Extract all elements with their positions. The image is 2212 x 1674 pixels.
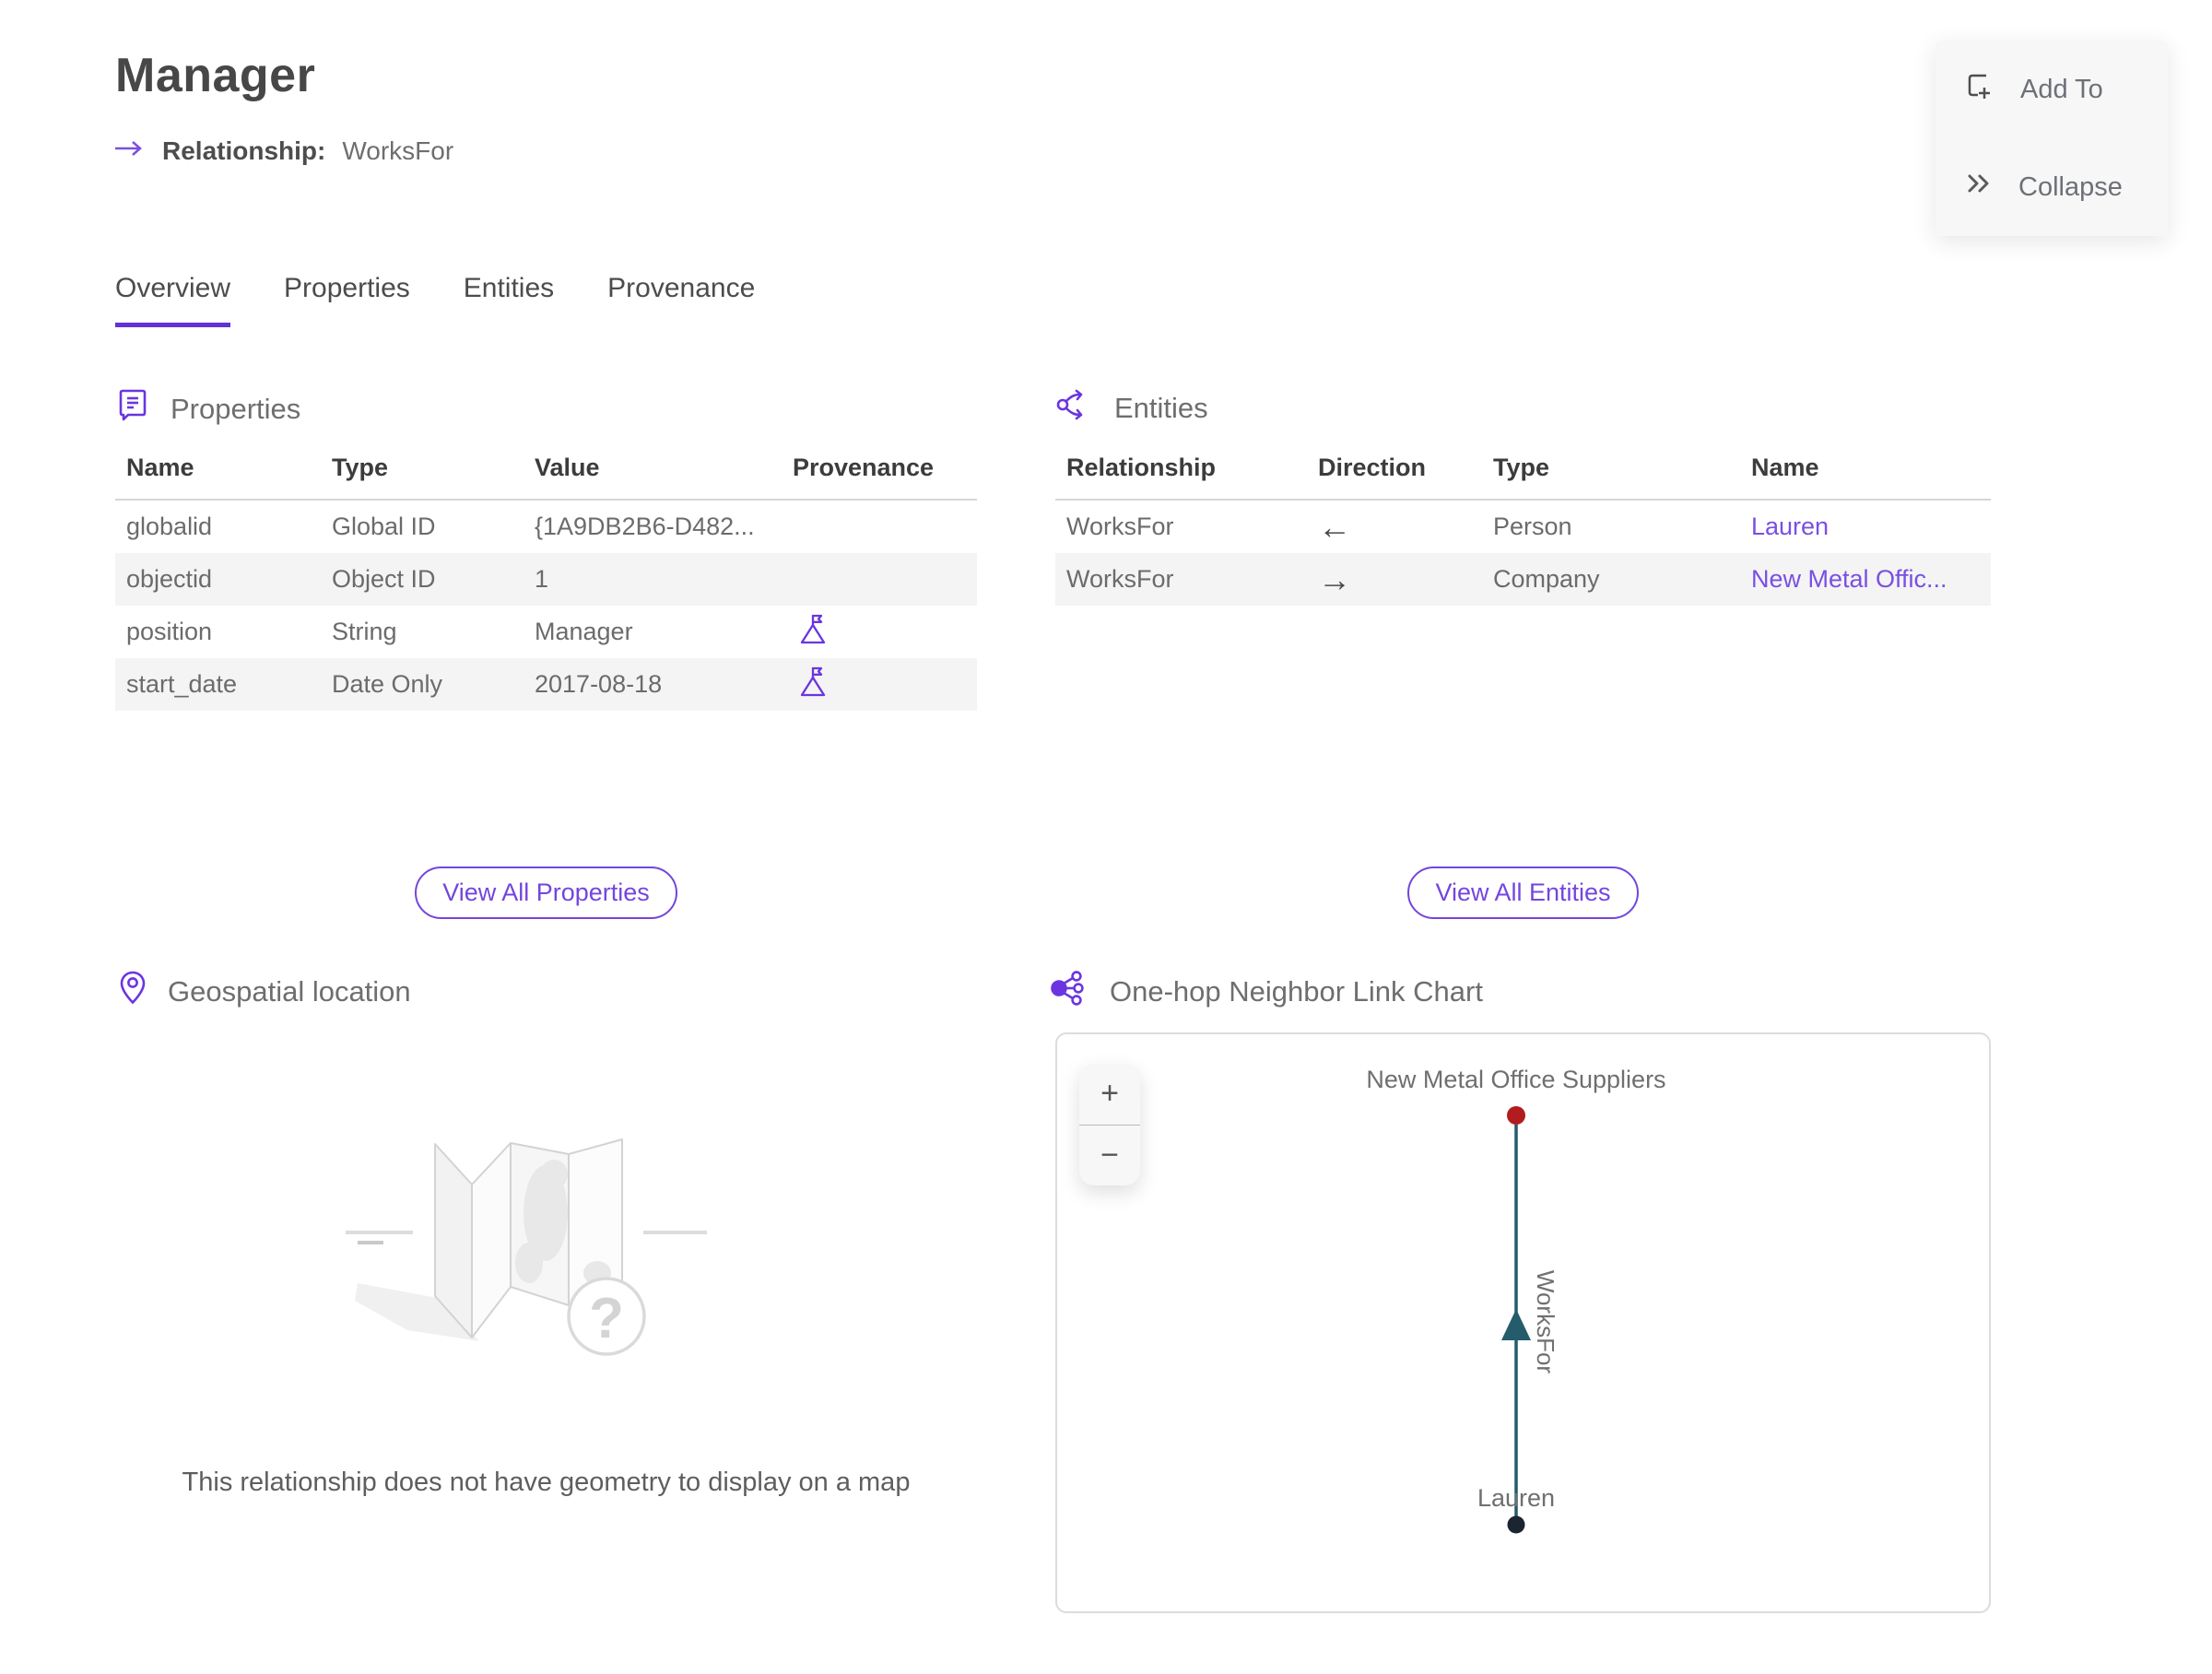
property-name: start_date	[126, 670, 238, 698]
subtitle-value: WorksFor	[342, 136, 454, 165]
entities-table-header: Relationship Direction Type Name	[1055, 454, 1991, 501]
properties-icon	[115, 387, 150, 431]
property-type: String	[332, 618, 397, 645]
view-all-entities-button[interactable]: View All Entities	[1407, 866, 1639, 919]
provenance-flag-icon[interactable]	[798, 664, 828, 705]
provenance-flag-icon[interactable]	[798, 611, 828, 653]
company-node[interactable]	[1507, 1106, 1525, 1125]
properties-button-row: View All Properties	[115, 866, 977, 919]
property-type: Global ID	[332, 513, 436, 540]
entity-relationship: WorksFor	[1066, 565, 1174, 593]
property-value: 1	[535, 565, 549, 593]
property-name: globalid	[126, 513, 213, 540]
properties-table: Name Type Value Provenance globalid Glob…	[115, 454, 977, 711]
entity-type: Company	[1493, 565, 1600, 593]
zoom-out-button[interactable]: −	[1079, 1126, 1140, 1186]
table-row: start_date Date Only 2017-08-18	[115, 658, 977, 711]
collapse-label: Collapse	[2018, 171, 2123, 202]
tab-overview[interactable]: Overview	[115, 273, 231, 327]
bottom-node-label: Lauren	[1477, 1484, 1555, 1512]
property-value: Manager	[535, 618, 633, 645]
link-chart-graph: WorksFor New Metal Office Suppliers Laur…	[1366, 1066, 1666, 1534]
entities-section-title: Entities	[1114, 392, 1208, 424]
add-to-label: Add To	[2020, 74, 2103, 104]
property-value: 2017-08-18	[535, 670, 663, 698]
add-to-icon	[1963, 70, 1996, 109]
column-header: Value	[535, 454, 600, 481]
zoom-in-button[interactable]: +	[1079, 1064, 1140, 1126]
table-row: position String Manager	[115, 606, 977, 658]
subtitle-label: Relationship:	[162, 136, 326, 165]
column-header: Type	[332, 454, 389, 481]
property-value: {1A9DB2B6-D482...	[535, 513, 755, 540]
zoom-control: + −	[1079, 1064, 1140, 1185]
person-node[interactable]	[1507, 1515, 1525, 1534]
link-chart-canvas: WorksFor New Metal Office Suppliers Laur…	[1055, 1032, 1991, 1613]
property-provenance	[793, 664, 977, 705]
property-name: objectid	[126, 565, 213, 593]
geospatial-section-title: Geospatial location	[168, 975, 411, 1008]
entity-type: Person	[1493, 513, 1572, 540]
property-name: position	[126, 618, 213, 645]
tab-provenance[interactable]: Provenance	[607, 273, 755, 327]
table-row: WorksFor ← Person Lauren	[1055, 501, 1991, 553]
property-type: Object ID	[332, 565, 436, 593]
add-to-button[interactable]: Add To	[1936, 41, 2168, 138]
entities-icon	[1055, 387, 1094, 430]
column-header: Type	[1493, 454, 1550, 481]
property-provenance	[793, 611, 977, 653]
properties-section-title: Properties	[171, 393, 301, 425]
map-placeholder-illustration: ?	[304, 1086, 820, 1441]
view-all-properties-button[interactable]: View All Properties	[415, 866, 677, 919]
tab-entities[interactable]: Entities	[464, 273, 554, 327]
properties-section-header: Properties	[115, 387, 300, 431]
entity-name-link[interactable]: Lauren	[1751, 513, 1991, 541]
entities-section-header: Entities	[1055, 387, 1208, 430]
table-row: WorksFor → Company New Metal Offic...	[1055, 553, 1991, 606]
table-row: objectid Object ID 1	[115, 553, 977, 606]
action-panel: Add To Collapse	[1936, 41, 2168, 236]
entities-button-row: View All Entities	[1055, 866, 1991, 919]
double-chevron-right-icon	[1963, 168, 1994, 206]
geospatial-section-header: Geospatial location	[118, 970, 411, 1014]
relationship-arrow-icon	[112, 136, 146, 166]
tab-properties[interactable]: Properties	[284, 273, 410, 327]
link-chart-section-title: One-hop Neighbor Link Chart	[1110, 975, 1483, 1008]
property-type: Date Only	[332, 670, 443, 698]
properties-table-header: Name Type Value Provenance	[115, 454, 977, 501]
entity-relationship: WorksFor	[1066, 513, 1174, 540]
column-header: Provenance	[793, 454, 935, 481]
breadcrumb: Relationship: WorksFor	[112, 136, 453, 166]
link-chart-icon	[1051, 970, 1089, 1014]
tab-bar: Overview Properties Entities Provenance	[115, 273, 755, 327]
edge-label: WorksFor	[1532, 1270, 1559, 1374]
no-geometry-message: This relationship does not have geometry…	[182, 1468, 911, 1497]
top-node-label: New Metal Office Suppliers	[1366, 1066, 1665, 1093]
edge-arrowhead	[1501, 1309, 1531, 1340]
column-header: Name	[1751, 454, 1819, 481]
page-title: Manager	[115, 49, 316, 102]
entity-name-link[interactable]: New Metal Offic...	[1751, 565, 1991, 594]
collapse-button[interactable]: Collapse	[1936, 138, 2168, 236]
entities-table: Relationship Direction Type Name WorksFo…	[1055, 454, 1991, 606]
link-chart-section-header: One-hop Neighbor Link Chart	[1051, 970, 1483, 1014]
relationship-detail-panel: Manager Relationship: WorksFor Add To Co…	[0, 0, 2212, 1674]
column-header: Name	[126, 454, 194, 481]
column-header: Relationship	[1066, 454, 1217, 481]
direction-arrow-left-icon: ←	[1318, 507, 1351, 546]
map-pin-icon	[118, 970, 147, 1014]
direction-arrow-right-icon: →	[1318, 560, 1351, 598]
column-header: Direction	[1318, 454, 1427, 481]
svg-text:?: ?	[589, 1287, 624, 1350]
table-row: globalid Global ID {1A9DB2B6-D482...	[115, 501, 977, 553]
